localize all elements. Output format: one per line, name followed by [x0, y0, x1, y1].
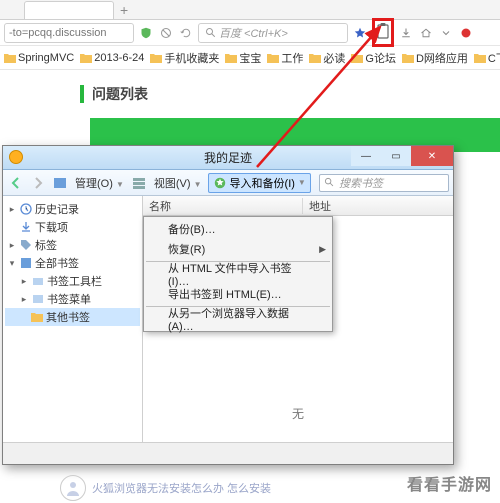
shield-icon[interactable] [138, 25, 154, 41]
tree-history[interactable]: ▸历史记录 [5, 200, 140, 218]
tree-bookmarks-toolbar[interactable]: ▸书签工具栏 [5, 272, 140, 290]
forward-icon [29, 174, 47, 192]
bookmark-label: 2013-6-24 [94, 52, 144, 64]
bookmarks-toolbar: SpringMVC 2013-6-24 手机收藏夹 宝宝 工作 必读 G论坛 D… [0, 46, 500, 70]
library-dialog: 我的足迹 — ▭ ✕ 管理(O) ▼ 视图(V) ▼ 导入和备份(I) ▼ 搜索… [2, 145, 454, 465]
import-backup-menu[interactable]: 导入和备份(I) ▼ [208, 173, 311, 193]
library-button-highlight[interactable] [372, 18, 394, 47]
bookmark-label: D网络应用 [416, 50, 468, 66]
dialog-titlebar[interactable]: 我的足迹 — ▭ ✕ [3, 146, 453, 170]
bookmark-item[interactable]: 必读 [307, 50, 347, 66]
maximize-button[interactable]: ▭ [381, 146, 411, 166]
menu-restore[interactable]: 恢复(R)▶ [144, 239, 332, 259]
tree-bookmarks-menu[interactable]: ▸书签菜单 [5, 290, 140, 308]
clipboard-icon [376, 22, 390, 40]
adblock-icon[interactable] [458, 25, 474, 41]
list-header: 名称 地址 [143, 196, 453, 216]
reload-icon[interactable] [178, 25, 194, 41]
star-icon[interactable] [352, 25, 368, 41]
bookmark-item[interactable]: C下载 [472, 50, 500, 66]
column-address[interactable]: 地址 [303, 198, 453, 214]
window-buttons: — ▭ ✕ [351, 146, 453, 166]
tree-all-bookmarks[interactable]: ▾全部书签 [5, 254, 140, 272]
bookmark-label: 工作 [281, 50, 303, 66]
bookmark-item[interactable]: 手机收藏夹 [148, 50, 221, 66]
bookmark-label: SpringMVC [18, 52, 74, 64]
list-body: 备份(B)… 恢复(R)▶ 从 HTML 文件中导入书签(I)… 导出书签到 H… [143, 216, 453, 442]
firefox-icon [9, 150, 23, 164]
search-placeholder: 百度 <Ctrl+K> [219, 25, 288, 41]
views-icon [130, 174, 148, 192]
no-results: 无 [143, 405, 453, 422]
search-bar[interactable]: 百度 <Ctrl+K> [198, 23, 348, 43]
bookmark-item[interactable]: 2013-6-24 [78, 52, 146, 64]
dropdown-icon[interactable] [438, 25, 454, 41]
star-badge-icon [213, 176, 227, 190]
home-icon[interactable] [418, 25, 434, 41]
menu-import-browser[interactable]: 从另一个浏览器导入数据(A)… [144, 309, 332, 329]
browser-tab-strip: + [0, 0, 500, 20]
import-backup-label: 导入和备份(I) [230, 175, 295, 191]
page-content: 问题列表 [0, 70, 500, 152]
tree-downloads[interactable]: 下载项 [5, 218, 140, 236]
back-icon[interactable] [7, 174, 25, 192]
column-name[interactable]: 名称 [143, 198, 303, 214]
menu-backup[interactable]: 备份(B)… [144, 219, 332, 239]
menu-export-html[interactable]: 导出书签到 HTML(E)… [144, 284, 332, 304]
address-bar[interactable]: -to=pcqq.discussion [4, 23, 134, 43]
avatar-icon [60, 475, 86, 501]
browser-toolbar: -to=pcqq.discussion 百度 <Ctrl+K> [0, 20, 500, 46]
new-tab-button[interactable]: + [120, 2, 128, 18]
bookmark-label: 必读 [323, 50, 345, 66]
bookmark-label: 手机收藏夹 [164, 50, 219, 66]
sidebar-tree: ▸历史记录 下载项 ▸标签 ▾全部书签 ▸书签工具栏 ▸书签菜单 其他书签 [3, 196, 143, 442]
organize-icon [51, 174, 69, 192]
search-icon [203, 25, 219, 41]
search-icon [324, 177, 335, 188]
search-bookmarks-input[interactable]: 搜索书签 [319, 174, 449, 192]
url-text: -to=pcqq.discussion [9, 27, 107, 39]
tree-other-bookmarks[interactable]: 其他书签 [5, 308, 140, 326]
submenu-arrow-icon: ▶ [319, 244, 326, 255]
menu-import-html[interactable]: 从 HTML 文件中导入书签(I)… [144, 264, 332, 284]
bookmark-item[interactable]: 宝宝 [223, 50, 263, 66]
bookmark-item[interactable]: SpringMVC [2, 52, 76, 64]
tree-tags[interactable]: ▸标签 [5, 236, 140, 254]
views-menu[interactable]: 视图(V) ▼ [152, 175, 204, 191]
download-icon[interactable] [398, 25, 414, 41]
dialog-title: 我的足迹 [204, 149, 252, 166]
import-backup-dropdown: 备份(B)… 恢复(R)▶ 从 HTML 文件中导入书签(I)… 导出书签到 H… [143, 216, 333, 332]
bookmark-item[interactable]: 工作 [265, 50, 305, 66]
bookmark-label: G论坛 [365, 50, 396, 66]
chevron-down-icon: ▼ [298, 178, 306, 187]
dialog-body: ▸历史记录 下载项 ▸标签 ▾全部书签 ▸书签工具栏 ▸书签菜单 其他书签 名称… [3, 196, 453, 442]
page-title: 问题列表 [92, 84, 148, 104]
bookmark-item[interactable]: D网络应用 [400, 50, 470, 66]
bookmark-label: C下载 [488, 50, 500, 66]
minimize-button[interactable]: — [351, 146, 381, 166]
bookmark-item[interactable]: G论坛 [349, 50, 398, 66]
watermark: 看看手游网 [407, 471, 492, 495]
bottom-text[interactable]: 火狐浏览器无法安装怎么办 怎么安装 [92, 480, 271, 496]
title-accent [80, 85, 84, 103]
stop-icon[interactable] [158, 25, 174, 41]
bookmark-label: 宝宝 [239, 50, 261, 66]
bottom-suggestion-row: 火狐浏览器无法安装怎么办 怎么安装 [60, 475, 271, 501]
dialog-toolbar: 管理(O) ▼ 视图(V) ▼ 导入和备份(I) ▼ 搜索书签 [3, 170, 453, 196]
browser-tab[interactable] [24, 1, 114, 19]
organize-menu[interactable]: 管理(O) ▼ [73, 175, 126, 191]
search-placeholder: 搜索书签 [339, 175, 383, 191]
list-area: 名称 地址 备份(B)… 恢复(R)▶ 从 HTML 文件中导入书签(I)… 导… [143, 196, 453, 442]
close-button[interactable]: ✕ [411, 146, 453, 166]
dialog-footer [3, 442, 453, 464]
